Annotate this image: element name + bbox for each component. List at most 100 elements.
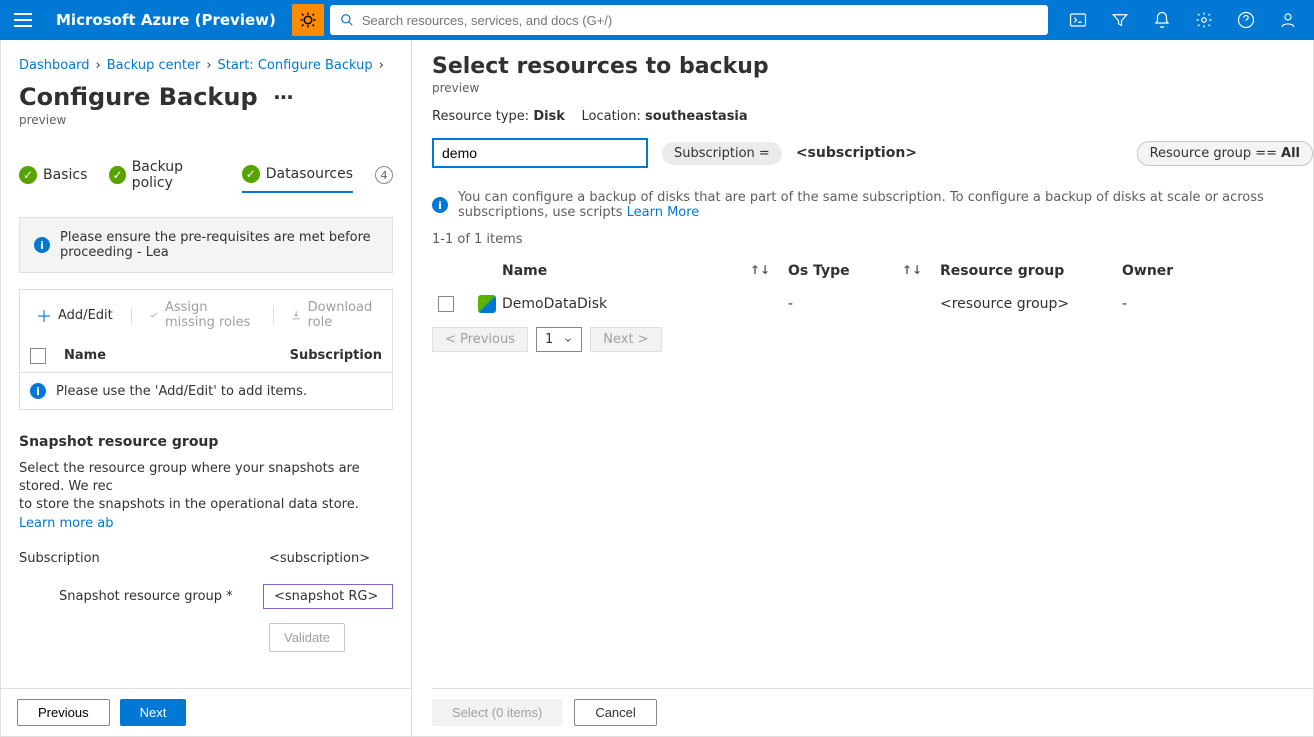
step-number-icon: 4 — [375, 166, 393, 184]
separator — [131, 306, 132, 324]
datasource-table-header: Name Subscription — [19, 340, 393, 373]
meta-rt-label: Resource type: — [432, 109, 533, 124]
pill-value: All — [1281, 146, 1300, 161]
pager-page-number: 1 — [545, 332, 553, 347]
help-icon[interactable] — [1226, 0, 1266, 40]
info-icon: i — [34, 237, 50, 253]
breadcrumb: Dashboard › Backup center › Start: Configu… — [19, 58, 393, 73]
select-resources-blade: Select resources to backup preview Resou… — [411, 40, 1313, 736]
breadcrumb-backup-center[interactable]: Backup center — [107, 58, 201, 73]
previous-button[interactable]: Previous — [17, 699, 110, 726]
header-name[interactable]: Name↑↓ — [502, 263, 788, 279]
snapshot-heading: Snapshot resource group — [19, 434, 393, 450]
snapshot-rg-label: Snapshot resource group * — [19, 589, 263, 604]
pill-label: Resource group == — [1150, 146, 1277, 161]
button-label: Add/Edit — [58, 308, 113, 323]
step-basics[interactable]: ✓ Basics — [19, 162, 87, 192]
subscription-filter-pill[interactable]: Subscription = — [662, 142, 782, 165]
global-search[interactable] — [330, 5, 1048, 35]
subscription-label: Subscription — [19, 551, 269, 566]
pager-next-button: Next > — [590, 327, 661, 352]
configure-backup-pane: Dashboard › Backup center › Start: Configu… — [1, 40, 411, 736]
page-subtitle: preview — [19, 113, 393, 127]
cancel-button[interactable]: Cancel — [574, 699, 656, 726]
item-count: 1-1 of 1 items — [432, 232, 1313, 247]
resource-group-filter-pill[interactable]: Resource group == All — [1137, 141, 1313, 166]
snapshot-desc-line1: Select the resource group where your sna… — [19, 461, 360, 494]
subscription-filter-value: <subscription> — [796, 145, 917, 161]
datasource-empty-row: i Please use the 'Add/Edit' to add items… — [19, 373, 393, 410]
hamburger-menu-button[interactable] — [6, 3, 40, 37]
step-label: Datasources — [266, 166, 353, 182]
grid-header: Name↑↓ Os Type↑↓ Resource group Owner — [432, 255, 1313, 287]
breadcrumb-dashboard[interactable]: Dashboard — [19, 58, 90, 73]
button-label: Assign missing roles — [165, 300, 255, 330]
header-subscription[interactable]: Subscription — [290, 348, 382, 364]
validate-button: Validate — [269, 623, 345, 652]
datasource-toolbar: ＋ Add/Edit Assign missing roles Download… — [19, 289, 393, 340]
search-input[interactable] — [362, 13, 1038, 28]
pill-label: Subscription = — [674, 146, 770, 161]
snapshot-desc-line2: to store the snapshots in the operationa… — [19, 497, 359, 512]
page-title: Configure Backup ⋯ — [19, 83, 393, 111]
filter-input[interactable] — [432, 138, 648, 168]
snapshot-description: Select the resource group where your sna… — [19, 460, 393, 533]
bug-icon[interactable] — [292, 4, 324, 36]
header-os-type[interactable]: Os Type↑↓ — [788, 263, 940, 279]
chevron-right-icon: › — [96, 58, 101, 73]
row-owner: - — [1122, 296, 1222, 312]
check-icon: ✓ — [109, 166, 125, 184]
header-name[interactable]: Name — [64, 348, 290, 364]
notifications-icon[interactable] — [1142, 0, 1182, 40]
wizard-footer: Previous Next — [1, 688, 411, 736]
assign-roles-button: Assign missing roles — [141, 296, 262, 334]
sort-icon[interactable]: ↑↓ — [902, 263, 922, 277]
step-label: Basics — [43, 167, 87, 183]
select-button: Select (0 items) — [432, 699, 562, 726]
blade-footer: Select (0 items) Cancel — [432, 688, 1313, 736]
header-resource-group[interactable]: Resource group — [940, 263, 1122, 279]
plus-icon: ＋ — [36, 303, 52, 327]
page-title-text: Configure Backup — [19, 83, 258, 111]
download-icon — [291, 308, 301, 322]
learn-more-link[interactable]: Learn more ab — [19, 516, 114, 531]
sort-icon[interactable]: ↑↓ — [750, 263, 770, 277]
select-all-checkbox[interactable] — [30, 348, 46, 364]
meta-loc-label: Location: — [581, 109, 645, 124]
table-row[interactable]: DemoDataDisk - <resource group> - — [432, 287, 1313, 321]
search-icon — [340, 13, 354, 27]
row-resource-group: <resource group> — [940, 296, 1122, 312]
brand-label: Microsoft Azure (Preview) — [46, 11, 286, 29]
row-checkbox[interactable] — [438, 296, 454, 312]
button-label: Download role — [308, 300, 376, 330]
step-backup-policy[interactable]: ✓ Backup policy — [109, 155, 219, 199]
meta-rt-value: Disk — [533, 109, 565, 124]
breadcrumb-start-configure[interactable]: Start: Configure Backup — [218, 58, 373, 73]
resource-grid: Name↑↓ Os Type↑↓ Resource group Owner — [432, 255, 1313, 321]
cloud-shell-icon[interactable] — [1058, 0, 1098, 40]
info-icon: i — [30, 383, 46, 399]
prerequisites-info: i Please ensure the pre-requisites are m… — [19, 217, 393, 273]
header-owner[interactable]: Owner — [1122, 263, 1222, 279]
separator — [273, 306, 274, 324]
settings-icon[interactable] — [1184, 0, 1224, 40]
add-edit-button[interactable]: ＋ Add/Edit — [28, 299, 121, 331]
download-role-button: Download role — [283, 296, 384, 334]
next-button[interactable]: Next — [120, 699, 187, 726]
row-os-type: - — [788, 296, 940, 312]
step-datasources[interactable]: ✓ Datasources — [242, 161, 353, 193]
pager-page-select[interactable]: 1 — [536, 327, 582, 352]
step-review[interactable]: 4 — [375, 162, 393, 192]
snapshot-rg-dropdown[interactable]: <snapshot RG> — [263, 584, 393, 609]
blade-filters: Subscription = <subscription> Resource g… — [432, 138, 1313, 168]
learn-more-link[interactable]: Learn More — [627, 205, 700, 220]
chevron-right-icon: › — [206, 58, 211, 73]
account-icon[interactable] — [1268, 0, 1308, 40]
check-icon: ✓ — [242, 165, 260, 183]
filter-icon[interactable] — [1100, 0, 1140, 40]
empty-message: Please use the 'Add/Edit' to add items. — [56, 384, 307, 399]
info-icon: i — [432, 197, 448, 213]
dropdown-value: <snapshot RG> — [274, 589, 378, 604]
blade-info-text: You can configure a backup of disks that… — [458, 190, 1264, 220]
more-actions-button[interactable]: ⋯ — [270, 85, 298, 109]
